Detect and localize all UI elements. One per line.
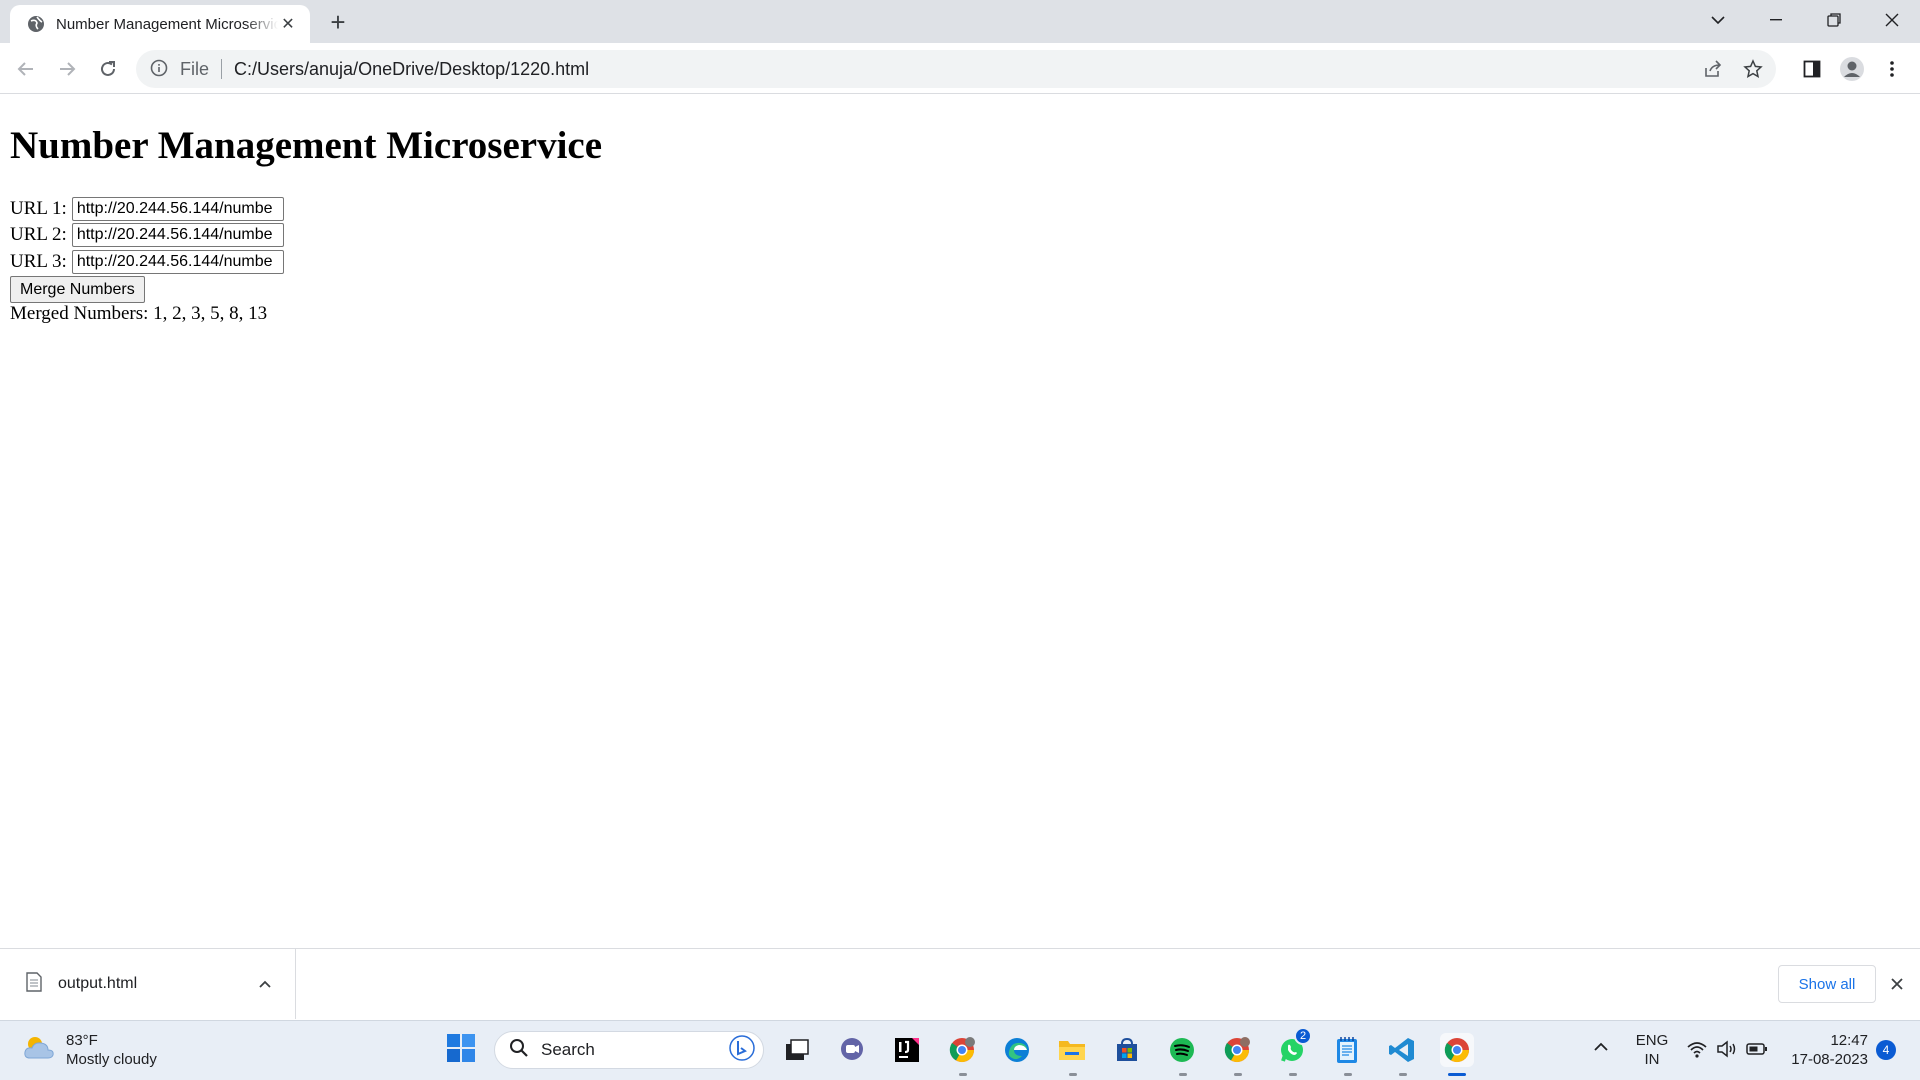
chevron-up-icon[interactable] [1592,1039,1612,1059]
browser-tab[interactable]: Number Management Microservice ✕ [10,5,310,43]
page-content: Number Management Microservice URL 1: UR… [0,95,1920,948]
url-row-3: URL 3: [10,249,284,275]
running-indicator [1234,1073,1242,1076]
forward-icon[interactable] [51,53,83,85]
share-icon[interactable] [1698,54,1728,84]
vscode-icon[interactable] [1385,1033,1419,1067]
running-indicator [1344,1073,1352,1076]
search-icon [509,1038,529,1063]
file-icon [26,971,42,997]
wifi-icon[interactable] [1686,1039,1708,1061]
running-indicator [959,1073,967,1076]
system-clock[interactable]: 12:47 17-08-2023 [1782,1031,1868,1069]
clock-time: 12:47 [1830,1032,1868,1049]
close-tab-icon[interactable]: ✕ [278,14,298,34]
url-label-3: URL 3: [10,251,67,272]
close-window-button[interactable] [1864,0,1920,40]
file-explorer-icon[interactable] [1055,1033,1089,1067]
address-bar[interactable]: File C:/Users/anuja/OneDrive/Desktop/122… [136,50,1776,88]
url-row-1: URL 1: [10,196,284,222]
language-indicator[interactable]: ENG IN [1632,1031,1672,1069]
chrome-profile-2-icon[interactable] [1220,1033,1254,1067]
running-indicator [1289,1073,1297,1076]
weather-temperature: 83°F [66,1032,98,1049]
windows-start-icon[interactable] [446,1033,478,1065]
url-1-input[interactable] [71,197,284,221]
volume-icon[interactable] [1716,1039,1738,1061]
page-title: Number Management Microservice [10,124,603,167]
url-label-2: URL 2: [10,224,67,245]
intellij-icon[interactable] [890,1033,924,1067]
back-icon[interactable] [10,53,42,85]
close-icon[interactable] [1884,971,1910,997]
taskbar-search[interactable]: Search [494,1031,764,1069]
weather-description: Mostly cloudy [66,1051,157,1068]
url-2-input[interactable] [71,223,284,247]
whatsapp-badge: 2 [1294,1027,1312,1045]
running-indicator [1399,1073,1407,1076]
show-all-button[interactable]: Show all [1778,965,1876,1003]
weather-widget[interactable]: 83°F Mostly cloudy [22,1031,157,1069]
url-label-1: URL 1: [10,198,67,219]
address-url[interactable]: C:/Users/anuja/OneDrive/Desktop/1220.htm… [234,59,589,80]
region-code: IN [1644,1051,1660,1068]
chrome-icon[interactable] [1440,1033,1474,1067]
chrome-profile-icon[interactable] [945,1033,979,1067]
notepad-icon[interactable] [1330,1033,1364,1067]
globe-icon [26,14,46,34]
new-tab-button[interactable]: + [322,6,354,38]
spotify-icon[interactable] [1165,1033,1199,1067]
download-file-name: output.html [58,975,138,992]
running-indicator [1179,1073,1187,1076]
profile-avatar-icon[interactable] [1836,53,1868,85]
side-panel-icon[interactable] [1796,53,1828,85]
menu-kebab-icon[interactable] [1876,53,1908,85]
microsoft-store-icon[interactable] [1110,1033,1144,1067]
address-scheme: File [180,58,210,79]
active-indicator [1448,1073,1466,1076]
edge-icon[interactable] [1000,1033,1034,1067]
clock-date: 17-08-2023 [1791,1051,1868,1068]
restore-button[interactable] [1806,0,1862,40]
cloudy-weather-icon [22,1034,56,1067]
reload-icon[interactable] [92,53,124,85]
tab-title: Number Management Microservice [56,15,278,33]
task-view-icon[interactable] [780,1033,814,1067]
chevron-up-icon[interactable] [253,972,277,996]
download-item[interactable]: output.html [0,949,296,1019]
minimize-button[interactable] [1748,0,1804,40]
bing-icon[interactable] [729,1034,755,1066]
tab-search-icon[interactable] [1690,0,1746,40]
url-row-2: URL 2: [10,222,284,248]
search-label: Search [541,1040,595,1059]
notification-badge[interactable]: 4 [1876,1040,1896,1060]
battery-icon[interactable] [1746,1039,1768,1061]
info-icon[interactable] [150,59,170,79]
windows-taskbar: 83°F Mostly cloudy Search 2 ENG IN 12:47… [0,1020,1920,1080]
bookmark-star-icon[interactable] [1738,54,1768,84]
browser-toolbar: File C:/Users/anuja/OneDrive/Desktop/122… [0,43,1920,94]
tab-strip: Number Management Microservice ✕ + [0,0,1920,43]
merge-numbers-button[interactable]: Merge Numbers [10,276,145,303]
url-3-input[interactable] [71,250,284,274]
running-indicator [1069,1073,1077,1076]
download-bar: output.html Show all [0,948,1920,1020]
address-divider [221,59,223,79]
language-code: ENG [1635,1032,1669,1049]
teams-chat-icon[interactable] [835,1033,869,1067]
merged-numbers-result: Merged Numbers: 1, 2, 3, 5, 8, 13 [10,303,268,324]
